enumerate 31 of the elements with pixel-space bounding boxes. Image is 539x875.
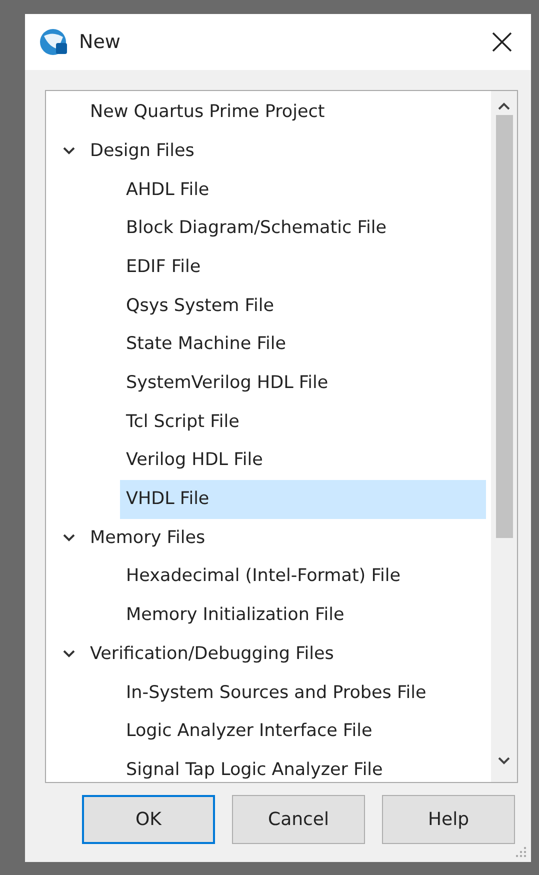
- tree-item[interactable]: Qsys System File: [120, 286, 280, 326]
- expand-chevron-icon[interactable]: [62, 146, 76, 156]
- tree-item[interactable]: VHDL File: [120, 480, 486, 519]
- tree-item[interactable]: Logic Analyzer Interface File: [120, 712, 378, 751]
- dialog-button[interactable]: Help: [382, 795, 515, 844]
- tree-item[interactable]: SystemVerilog HDL File: [120, 364, 334, 402]
- tree-item[interactable]: Design Files: [84, 132, 200, 170]
- tree-item[interactable]: AHDL File: [120, 170, 216, 210]
- tree-item[interactable]: Hexadecimal (Intel-Format) File: [120, 557, 406, 596]
- tree-item[interactable]: Verilog HDL File: [120, 441, 269, 480]
- tree-item[interactable]: EDIF File: [120, 248, 207, 286]
- resize-grip-icon[interactable]: [515, 846, 527, 858]
- scroll-up-icon[interactable]: [497, 101, 511, 111]
- app-icon: [39, 27, 69, 57]
- tree-item[interactable]: Block Diagram/Schematic File: [120, 209, 392, 248]
- expand-chevron-icon[interactable]: [62, 532, 76, 543]
- tree-item[interactable]: New Quartus Prime Project: [84, 93, 331, 132]
- tree-item[interactable]: In-System Sources and Probes File: [120, 673, 432, 712]
- tree-item[interactable]: Signal Tap Logic Analyzer File: [120, 750, 389, 782]
- tree-item[interactable]: Verification/Debugging Files: [84, 634, 340, 674]
- tree-item[interactable]: Memory Initialization File: [120, 596, 350, 635]
- window-title: New: [79, 30, 120, 55]
- tree-item[interactable]: Tcl Script File: [120, 402, 246, 442]
- dialog-button[interactable]: Cancel: [232, 795, 365, 844]
- scrollbar[interactable]: [491, 91, 517, 782]
- tree-item[interactable]: Memory Files: [84, 518, 212, 558]
- scroll-down-icon[interactable]: [497, 756, 511, 766]
- dialog-button[interactable]: OK: [82, 795, 215, 844]
- expand-chevron-icon[interactable]: [62, 648, 76, 659]
- scrollbar-thumb[interactable]: [496, 115, 512, 538]
- tree-item[interactable]: State Machine File: [120, 325, 292, 364]
